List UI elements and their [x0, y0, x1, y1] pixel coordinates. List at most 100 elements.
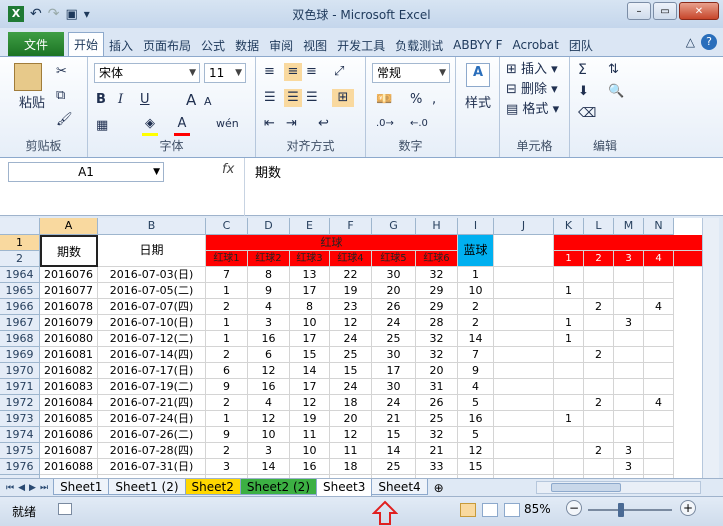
- stats-column-header[interactable]: 4: [644, 251, 674, 267]
- data-cell[interactable]: [644, 347, 674, 363]
- data-cell[interactable]: 2016-07-03(日): [98, 267, 206, 283]
- increase-indent-icon[interactable]: ⇥: [286, 115, 297, 133]
- column-header[interactable]: M: [614, 218, 644, 235]
- data-cell[interactable]: 16: [290, 459, 330, 475]
- data-cell[interactable]: 2: [206, 395, 248, 411]
- column-header[interactable]: B: [98, 218, 206, 235]
- data-cell[interactable]: 16: [248, 379, 290, 395]
- data-cell[interactable]: [554, 395, 584, 411]
- date-header[interactable]: 日期: [98, 235, 206, 267]
- data-cell[interactable]: 2016-07-26(二): [98, 427, 206, 443]
- excel-app-icon[interactable]: X: [8, 6, 24, 22]
- data-cell[interactable]: 20: [372, 283, 416, 299]
- data-cell[interactable]: 2016-07-12(二): [98, 331, 206, 347]
- worksheet-grid[interactable]: A B C D E F G H I J K L M N 1 2 1964 1965 1966 1967 1968 1969…: [0, 218, 716, 478]
- data-cell[interactable]: 2: [206, 299, 248, 315]
- data-cell[interactable]: 2016-07-17(日): [98, 363, 206, 379]
- data-cell[interactable]: 25: [372, 459, 416, 475]
- data-cell[interactable]: [584, 331, 614, 347]
- data-cell[interactable]: 20: [330, 411, 372, 427]
- data-cell[interactable]: 1: [554, 315, 584, 331]
- data-cell[interactable]: 15: [372, 427, 416, 443]
- data-cell[interactable]: 2016086: [40, 427, 98, 443]
- data-cell[interactable]: [554, 443, 584, 459]
- data-cell[interactable]: 3: [248, 443, 290, 459]
- data-cell[interactable]: [614, 347, 644, 363]
- wrap-text-icon[interactable]: ↩: [318, 115, 329, 133]
- data-cell[interactable]: 26: [416, 395, 458, 411]
- tab-2[interactable]: 页面布局: [138, 34, 196, 56]
- tab-6[interactable]: 视图: [298, 34, 332, 56]
- page-layout-view-icon[interactable]: [482, 503, 498, 517]
- page-break-view-icon[interactable]: [504, 503, 520, 517]
- data-cell[interactable]: [584, 315, 614, 331]
- column-header[interactable]: J: [494, 218, 554, 235]
- insert-function-button[interactable]: fx: [222, 162, 234, 177]
- blue-ball-header[interactable]: 蓝球: [458, 235, 494, 267]
- find-select-icon[interactable]: 🔍: [608, 83, 624, 101]
- data-cell[interactable]: 12: [248, 411, 290, 427]
- cell-a1[interactable]: 期数: [40, 235, 98, 267]
- tab-7[interactable]: 开发工具: [332, 34, 390, 56]
- row-header[interactable]: 1965: [0, 283, 40, 299]
- paste-icon[interactable]: [14, 63, 42, 91]
- data-cell[interactable]: 31: [416, 379, 458, 395]
- formula-input[interactable]: 期数: [244, 158, 723, 216]
- data-cell[interactable]: 19: [330, 283, 372, 299]
- restore-button[interactable]: ▭: [653, 2, 677, 20]
- data-cell[interactable]: [584, 427, 614, 443]
- data-cell[interactable]: 4: [458, 379, 494, 395]
- data-cell[interactable]: 33: [416, 459, 458, 475]
- data-cell[interactable]: [554, 267, 584, 283]
- new-sheet-icon[interactable]: ⊕: [434, 481, 444, 495]
- data-cell[interactable]: 17: [290, 283, 330, 299]
- data-cell[interactable]: 11: [330, 443, 372, 459]
- font-color-icon[interactable]: A: [174, 115, 190, 136]
- data-cell[interactable]: 2: [206, 443, 248, 459]
- data-cell[interactable]: 17: [372, 363, 416, 379]
- data-cell[interactable]: 4: [248, 395, 290, 411]
- data-cell[interactable]: 14: [248, 459, 290, 475]
- tab-11[interactable]: 团队: [564, 34, 598, 56]
- row-header[interactable]: 1: [0, 235, 40, 251]
- row-header[interactable]: 1973: [0, 411, 40, 427]
- data-cell[interactable]: [584, 283, 614, 299]
- data-cell[interactable]: 32: [416, 347, 458, 363]
- zoom-slider-thumb[interactable]: [618, 503, 624, 517]
- data-cell[interactable]: [614, 363, 644, 379]
- data-cell[interactable]: 18: [330, 459, 372, 475]
- data-cell[interactable]: 15: [330, 363, 372, 379]
- zoom-level[interactable]: 85%: [524, 502, 551, 516]
- align-middle-icon[interactable]: ≡: [284, 63, 302, 81]
- decrease-indent-icon[interactable]: ⇤: [264, 115, 275, 133]
- data-cell[interactable]: [554, 379, 584, 395]
- data-cell[interactable]: [644, 363, 674, 379]
- percent-button[interactable]: %: [410, 91, 422, 109]
- stats-column-header[interactable]: 3: [614, 251, 644, 267]
- data-cell[interactable]: 2016078: [40, 299, 98, 315]
- data-cell[interactable]: 10: [290, 443, 330, 459]
- data-cell[interactable]: 5: [458, 427, 494, 443]
- data-cell[interactable]: 2: [584, 395, 614, 411]
- format-cells-button[interactable]: ▤ 格式 ▾: [506, 101, 566, 119]
- row-header[interactable]: 1967: [0, 315, 40, 331]
- data-cell[interactable]: 19: [290, 411, 330, 427]
- fill-color-icon[interactable]: ◈: [142, 115, 158, 136]
- column-header[interactable]: D: [248, 218, 290, 235]
- data-cell[interactable]: [644, 379, 674, 395]
- data-cell[interactable]: 10: [248, 427, 290, 443]
- save-icon[interactable]: ▣: [65, 7, 77, 22]
- data-cell[interactable]: [644, 427, 674, 443]
- fill-icon[interactable]: ⬇: [578, 83, 589, 101]
- data-cell[interactable]: 2016080: [40, 331, 98, 347]
- align-left-icon[interactable]: ☰: [264, 89, 276, 107]
- data-cell[interactable]: 28: [416, 315, 458, 331]
- data-cell[interactable]: 2016-07-19(二): [98, 379, 206, 395]
- data-cell[interactable]: 26: [372, 299, 416, 315]
- tab-10[interactable]: Acrobat: [508, 34, 564, 56]
- data-cell[interactable]: 6: [248, 347, 290, 363]
- data-cell[interactable]: 29: [416, 283, 458, 299]
- data-cell[interactable]: [614, 331, 644, 347]
- column-header[interactable]: L: [584, 218, 614, 235]
- red-ball-group-header[interactable]: 红球: [206, 235, 458, 251]
